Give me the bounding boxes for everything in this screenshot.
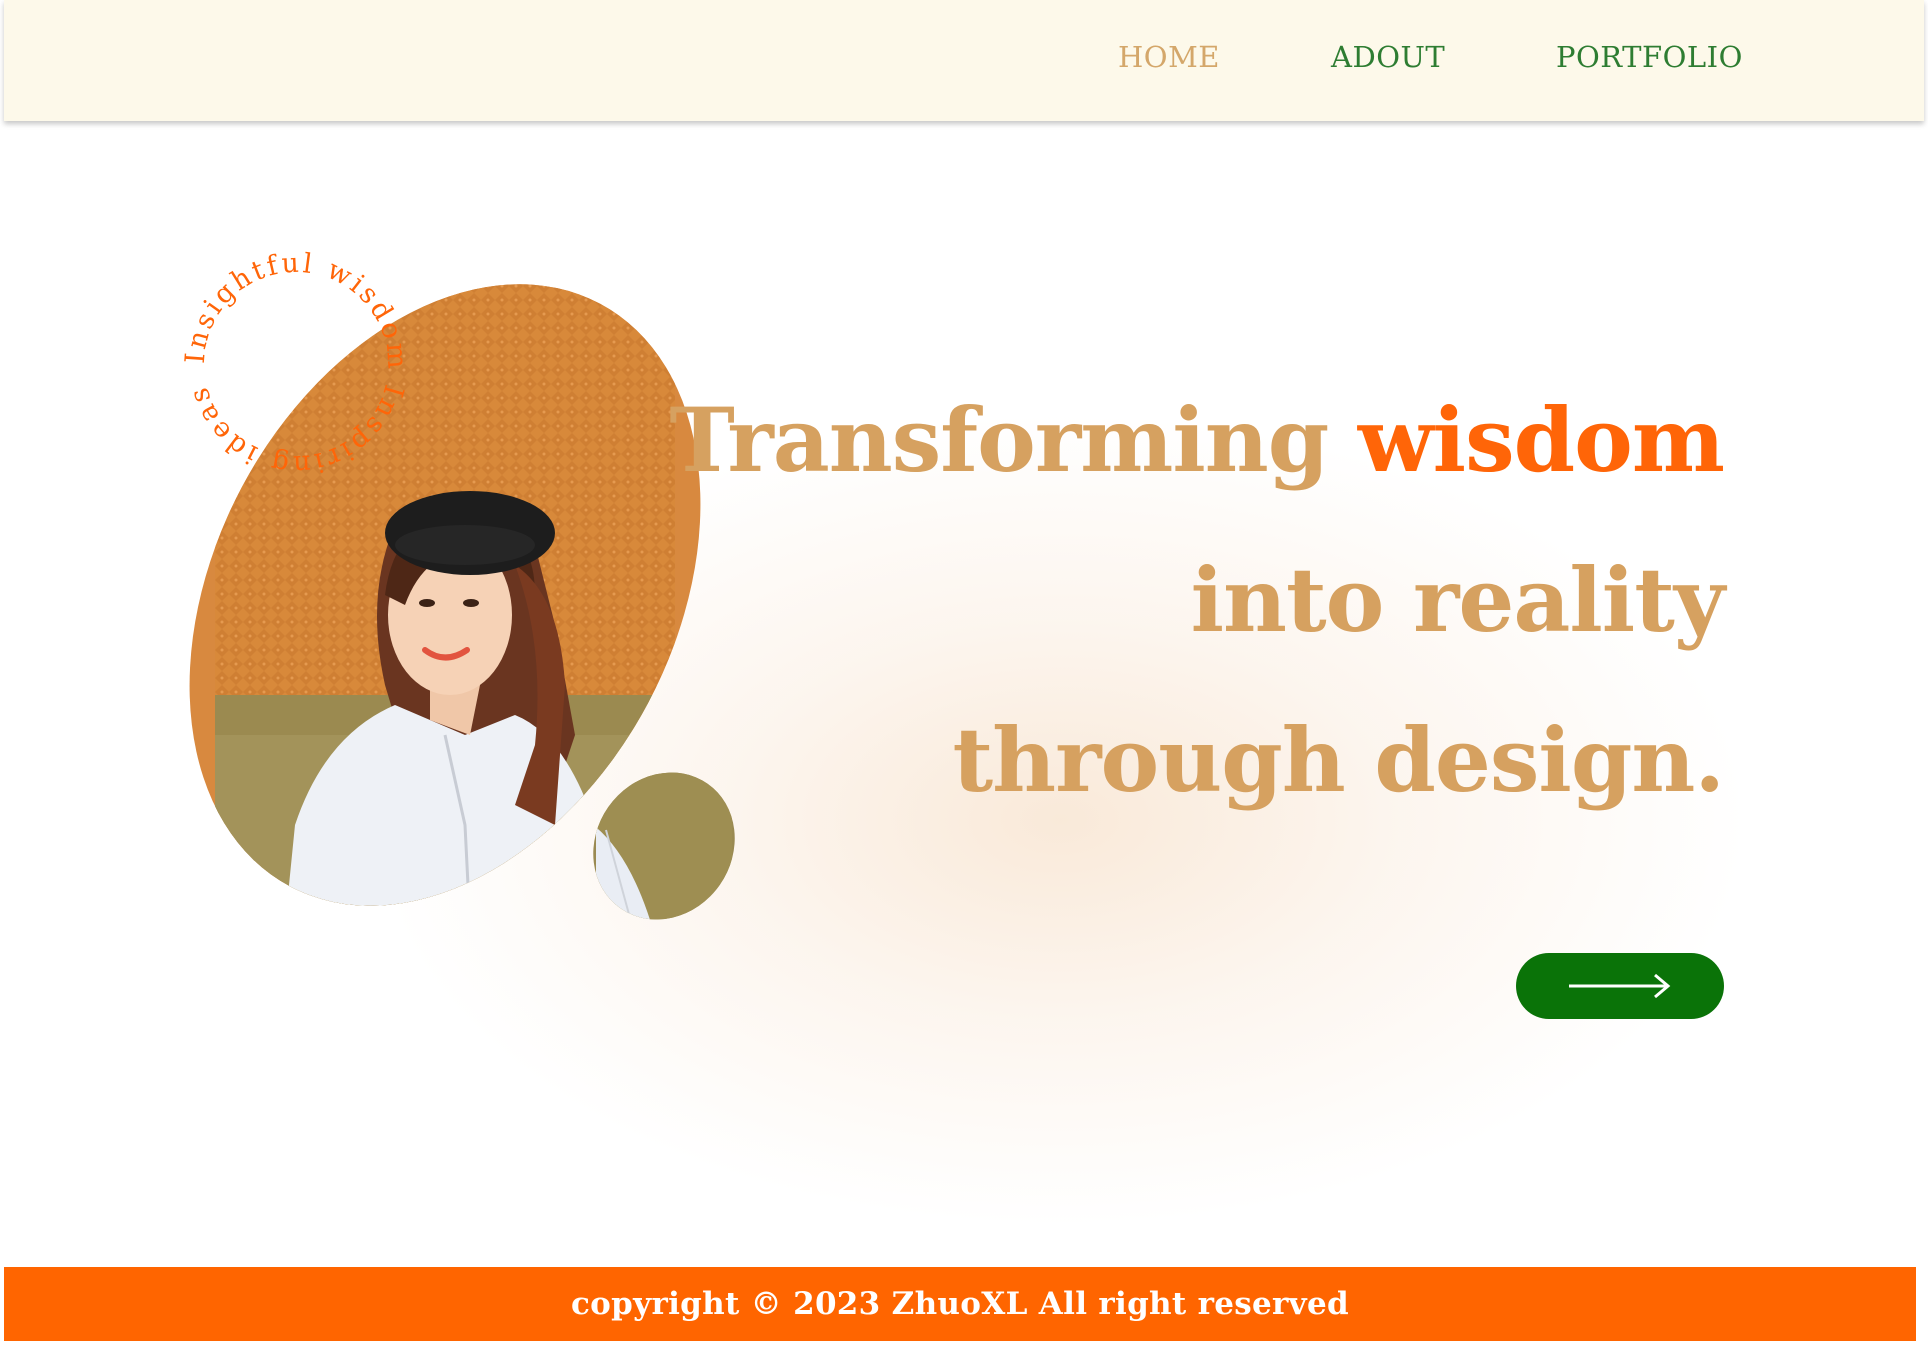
svg-text:Insightful wisdom Inspiring id: Insightful wisdom Inspiring ideas bbox=[180, 248, 413, 481]
hero-title-line-1: Transforming wisdom bbox=[669, 388, 1725, 492]
footer: copyright © 2023 ZhuoXL All right reserv… bbox=[4, 1267, 1916, 1341]
hero-title-accent: wisdom bbox=[1357, 388, 1725, 492]
hero-title-line-3: through design. bbox=[952, 708, 1725, 812]
footer-copyright: copyright © 2023 ZhuoXL All right reserv… bbox=[571, 1286, 1349, 1322]
nav-link-home[interactable]: HOME bbox=[1118, 40, 1220, 74]
hero-title-word: Transforming bbox=[669, 388, 1329, 492]
page: HOME ADOUT PORTFOLIO Insightful wisdom I… bbox=[0, 0, 1928, 1350]
header-navbar: HOME ADOUT PORTFOLIO bbox=[4, 0, 1924, 121]
circular-badge-text: Insightful wisdom Inspiring ideas bbox=[180, 248, 413, 481]
badge-circle-label: Insightful wisdom Inspiring ideas bbox=[180, 248, 410, 481]
hero-title-line-2: into reality bbox=[1190, 548, 1725, 652]
arrow-right-icon bbox=[1569, 973, 1671, 999]
nav-link-portfolio[interactable]: PORTFOLIO bbox=[1556, 40, 1743, 74]
cta-arrow-button[interactable] bbox=[1516, 953, 1724, 1019]
nav-link-about[interactable]: ADOUT bbox=[1331, 40, 1445, 74]
